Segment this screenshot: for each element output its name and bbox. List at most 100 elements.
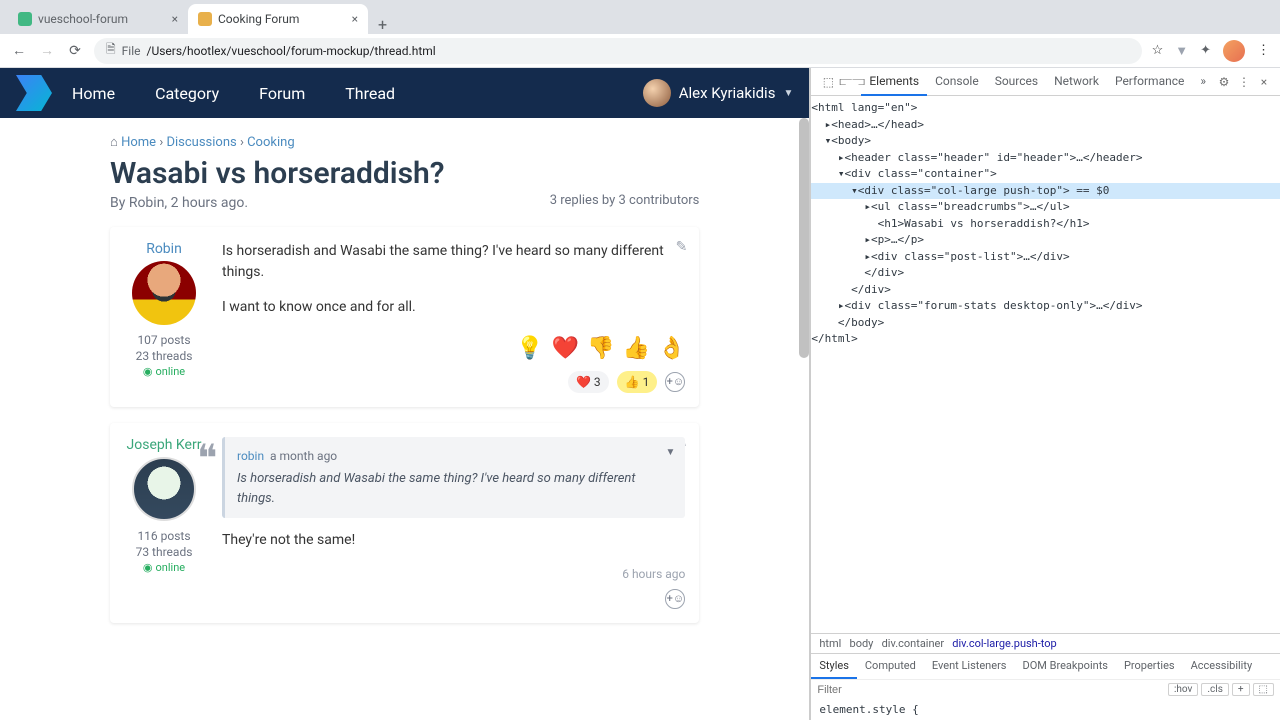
subtab-breakpoints[interactable]: DOM Breakpoints [1015, 654, 1116, 679]
crumb-discussions[interactable]: Discussions [166, 135, 236, 150]
reaction-bulb-icon[interactable]: 💡 [516, 332, 543, 365]
dom-tree[interactable]: <html lang="en"> ▸<head>…</head> ▾<body>… [811, 96, 1280, 633]
dom-line[interactable]: ▸<p>…</p> [811, 232, 1280, 249]
menu-icon[interactable]: ⋮ [1234, 75, 1254, 89]
home-icon[interactable]: ⌂ [110, 135, 118, 150]
dom-line[interactable]: ▸<div class="post-list">…</div> [811, 249, 1280, 266]
author-posts: 107 posts [124, 333, 204, 347]
dom-line[interactable]: <html lang="en"> [811, 100, 1280, 117]
dom-breadcrumb[interactable]: html body div.container div.col-large.pu… [811, 633, 1280, 653]
quote-time: a month ago [270, 449, 337, 463]
browser-tab-2[interactable]: Cooking Forum × [188, 4, 368, 34]
reaction-count[interactable]: ❤️3 [568, 371, 609, 393]
close-icon[interactable]: × [1254, 75, 1274, 89]
file-icon: 🗎 [106, 40, 116, 61]
crumb-cooking[interactable]: Cooking [247, 135, 295, 150]
subtab-listeners[interactable]: Event Listeners [924, 654, 1015, 679]
dom-line[interactable]: ▾<div class="container"> [811, 166, 1280, 183]
more-tabs[interactable]: » [1192, 68, 1214, 96]
close-icon[interactable]: × [352, 12, 358, 26]
filter-input[interactable] [817, 684, 1165, 696]
reaction-count[interactable]: 👍1 [617, 371, 658, 393]
nav-thread[interactable]: Thread [345, 84, 395, 103]
extensions-icon[interactable]: ✦ [1200, 43, 1211, 58]
reaction-ok-icon[interactable]: 👌 [658, 332, 685, 365]
gear-icon[interactable]: ⚙ [1214, 75, 1234, 89]
breadcrumb: ⌂ Home › Discussions › Cooking [110, 134, 699, 150]
device-icon[interactable]: ⬚ [1253, 683, 1274, 696]
reaction-thumbsdown-icon[interactable]: 👎 [587, 332, 614, 365]
add-rule-button[interactable]: + [1232, 683, 1250, 696]
dom-line[interactable]: ▾<body> [811, 133, 1280, 150]
favicon-icon [198, 12, 212, 26]
user-menu[interactable]: Alex Kyriakidis ▼ [643, 79, 794, 107]
address-bar[interactable]: 🗎 File /Users/hootlex/vueschool/forum-mo… [94, 38, 1142, 64]
nav-category[interactable]: Category [155, 84, 219, 103]
dom-line[interactable]: ▸<head>…</head> [811, 117, 1280, 134]
nav-forum[interactable]: Forum [259, 84, 305, 103]
cls-button[interactable]: .cls [1201, 683, 1228, 696]
nav-home[interactable]: Home [72, 84, 115, 103]
chevron-down-icon[interactable]: ▼ [665, 445, 675, 460]
dom-line-selected[interactable]: ▾<div class="col-large push-top"> == $0 [811, 183, 1280, 200]
reaction-picker: 💡 ❤️ 👎 👍 👌 [222, 332, 685, 365]
profile-avatar[interactable] [1223, 40, 1245, 62]
dom-line[interactable]: </body> [811, 315, 1280, 332]
reaction-thumbsup-icon[interactable]: 👍 [623, 332, 650, 365]
reaction-heart-icon[interactable]: ❤️ [552, 332, 579, 365]
file-label: File [122, 44, 141, 58]
author-avatar[interactable] [132, 261, 196, 325]
browser-chrome: vueschool-forum × Cooking Forum × + ← → … [0, 0, 1280, 68]
add-reaction-button[interactable]: +☺ [665, 372, 685, 392]
author-link[interactable]: Joseph Kerr [124, 437, 204, 453]
tab-title: vueschool-forum [38, 12, 128, 26]
device-toggle-icon[interactable]: ⫍⫎ [839, 74, 861, 89]
online-status: online [124, 365, 204, 378]
author-posts: 116 posts [124, 529, 204, 543]
subtab-computed[interactable]: Computed [857, 654, 924, 679]
vue-devtools-icon[interactable]: ▼ [1175, 43, 1188, 59]
post-text: Is horseradish and Wasabi the same thing… [222, 241, 685, 283]
post-body: ❝ ▼ robin a month ago Is horseradish and… [222, 437, 685, 609]
reload-button[interactable]: ⟳ [66, 42, 84, 60]
subtab-accessibility[interactable]: Accessibility [1183, 654, 1261, 679]
dom-line[interactable]: </html> [811, 331, 1280, 348]
post-author-panel: Joseph Kerr 116 posts 73 threads online [124, 437, 204, 609]
site-logo[interactable] [16, 75, 52, 111]
tab-console[interactable]: Console [927, 68, 987, 96]
address-text: /Users/hootlex/vueschool/forum-mockup/th… [147, 44, 436, 58]
dom-line[interactable]: ▸<header class="header" id="header">…</h… [811, 150, 1280, 167]
tab-sources[interactable]: Sources [987, 68, 1046, 96]
tab-network[interactable]: Network [1046, 68, 1107, 96]
hov-button[interactable]: :hov [1168, 683, 1198, 696]
tab-performance[interactable]: Performance [1107, 68, 1192, 96]
new-tab-button[interactable]: + [368, 15, 397, 34]
style-rule[interactable]: element.style { [811, 699, 1280, 720]
subtab-properties[interactable]: Properties [1116, 654, 1183, 679]
quote-icon: ❝ [197, 431, 217, 488]
edit-icon[interactable]: ✎ [676, 239, 688, 255]
dom-line[interactable]: <h1>Wasabi vs horseraddish?</h1> [811, 216, 1280, 233]
forward-button[interactable]: → [38, 42, 56, 60]
author-avatar[interactable] [132, 457, 196, 521]
menu-icon[interactable]: ⋮ [1257, 43, 1270, 58]
author-link[interactable]: Robin [124, 241, 204, 257]
dom-line[interactable]: </div> [811, 265, 1280, 282]
crumb-home[interactable]: Home [121, 135, 156, 150]
dom-line[interactable]: </div> [811, 282, 1280, 299]
post-text: They're not the same! [222, 530, 685, 551]
user-name: Alex Kyriakidis [679, 84, 776, 102]
inspect-icon[interactable]: ⬚ [817, 75, 839, 89]
close-icon[interactable]: × [172, 12, 178, 26]
primary-nav: Home Category Forum Thread [72, 84, 395, 103]
dom-line[interactable]: ▸<div class="forum-stats desktop-only">…… [811, 298, 1280, 315]
dom-line[interactable]: ▸<ul class="breadcrumbs">…</ul> [811, 199, 1280, 216]
scrollbar[interactable] [799, 118, 809, 358]
browser-tab-1[interactable]: vueschool-forum × [8, 4, 188, 34]
add-reaction-button[interactable]: +☺ [665, 589, 685, 609]
star-icon[interactable]: ☆ [1152, 43, 1164, 58]
tab-elements[interactable]: Elements [861, 68, 927, 96]
quote-author[interactable]: robin [237, 449, 264, 463]
back-button[interactable]: ← [10, 42, 28, 60]
subtab-styles[interactable]: Styles [811, 654, 857, 679]
